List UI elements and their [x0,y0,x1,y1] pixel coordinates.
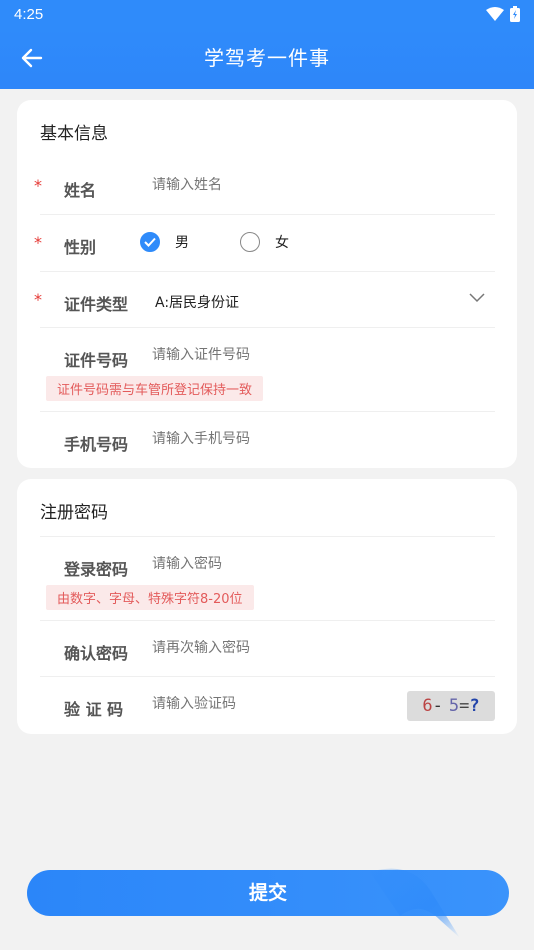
password-hint: 由数字、字母、特殊字符8-20位 [46,585,254,610]
required-mark: * [34,290,42,309]
id-number-row: 证件号码 证件号码需与车管所登记保持一致 [40,328,495,412]
id-type-select[interactable]: A:居民身份证 [155,292,239,312]
name-row: * 姓名 [34,158,495,215]
radio-checked-icon [140,232,160,252]
gender-option-female[interactable]: 女 [240,232,289,252]
password-label: 登录密码 [64,560,129,579]
gender-female-label: 女 [275,235,289,251]
required-mark: * [34,176,42,195]
captcha-image[interactable]: 6 - 5 = ? [407,691,495,721]
captcha-row: 验 证 码 6 - 5 = ? [40,677,495,733]
captcha-label: 验 证 码 [64,700,124,719]
wifi-icon [486,7,504,21]
id-type-row[interactable]: * 证件类型 A:居民身份证 [34,272,495,328]
password-input[interactable] [152,556,402,572]
status-time: 4:25 [14,5,44,23]
confirm-password-row: 确认密码 [40,621,495,677]
gender-label: 性别 [64,238,97,257]
name-label: 姓名 [64,181,97,200]
phone-input[interactable] [152,431,402,447]
basic-info-card: 基本信息 * 姓名 * 性别 男 女 * 证件类型 A:居民身份证 证件号码 [17,100,517,468]
chevron-down-icon[interactable] [469,293,485,303]
password-row: 登录密码 由数字、字母、特殊字符8-20位 [40,537,495,621]
id-number-label: 证件号码 [64,351,129,370]
gender-option-male[interactable]: 男 [140,232,189,252]
captcha-input[interactable] [152,696,352,712]
battery-icon [510,6,520,22]
id-type-label: 证件类型 [64,295,129,314]
required-mark: * [34,233,42,252]
gender-row: * 性别 男 女 [34,215,495,272]
phone-row: 手机号码 [40,412,495,468]
register-password-card: 注册密码 登录密码 由数字、字母、特殊字符8-20位 确认密码 验 证 码 6 … [17,479,517,734]
system-icons [486,6,520,22]
id-number-hint: 证件号码需与车管所登记保持一致 [46,376,264,401]
basic-info-title: 基本信息 [40,124,108,144]
register-password-title: 注册密码 [40,503,108,523]
phone-label: 手机号码 [64,435,129,454]
name-input[interactable] [152,177,402,193]
gender-male-label: 男 [175,235,189,251]
app-header: 学驾考一件事 [0,28,534,89]
id-number-input[interactable] [152,347,402,363]
status-bar: 4:25 [0,0,534,28]
confirm-password-input[interactable] [152,640,402,656]
page-title: 学驾考一件事 [204,46,330,70]
submit-button[interactable]: 提交 [27,870,509,916]
confirm-password-label: 确认密码 [64,644,129,663]
radio-unchecked-icon [240,232,260,252]
